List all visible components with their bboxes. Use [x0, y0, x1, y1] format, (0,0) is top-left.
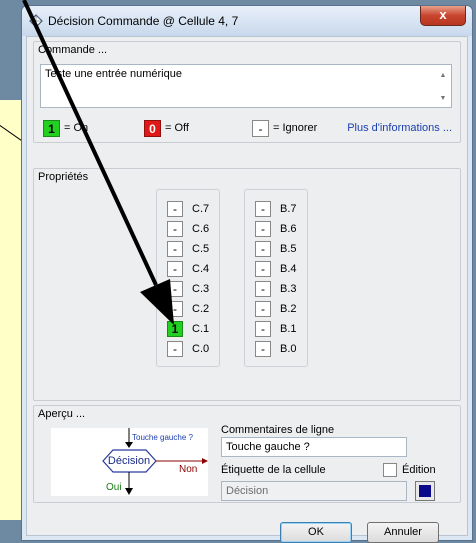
- window-title: Décision Commande @ Cellule 4, 7: [48, 14, 239, 28]
- port-c-panel: - C.7- C.6- C.5- C.4- C.3- C.2 1 C.1- C.0: [156, 189, 220, 367]
- c-bit-toggle[interactable]: 1: [167, 321, 183, 337]
- b-bit-row: - B.7: [255, 200, 297, 218]
- cell-label-caption: Étiquette de la cellule: [221, 464, 326, 476]
- ok-button[interactable]: OK: [280, 522, 352, 543]
- c-bit-row: - C.5: [167, 240, 209, 258]
- c-bit-label: C.0: [192, 343, 210, 355]
- c-bit-toggle[interactable]: -: [167, 301, 183, 317]
- cancel-button[interactable]: Annuler: [367, 522, 439, 543]
- edition-label: Édition: [402, 464, 436, 476]
- b-bit-row: - B.4: [255, 260, 297, 278]
- cell-color-button[interactable]: [415, 481, 435, 501]
- b-bit-label: B.6: [280, 223, 297, 235]
- b-bit-row: - B.0: [255, 340, 297, 358]
- ignore-label: = Ignorer: [273, 122, 318, 134]
- b-bit-label: B.5: [280, 243, 297, 255]
- ignore-swatch: -: [252, 119, 269, 137]
- command-text: Teste une entrée numérique: [45, 68, 182, 80]
- c-bit-toggle[interactable]: -: [167, 281, 183, 297]
- scroll-down-icon[interactable]: ▼: [436, 95, 450, 102]
- commande-group: Commande ... Teste une entrée numérique …: [33, 41, 461, 143]
- b-bit-toggle[interactable]: -: [255, 281, 271, 297]
- c-bit-label: C.4: [192, 263, 210, 275]
- legend-on: 1 = On: [43, 119, 88, 137]
- b-bit-label: B.2: [280, 303, 297, 315]
- on-swatch: 1: [43, 119, 60, 137]
- b-bit-toggle[interactable]: -: [255, 241, 271, 257]
- b-bit-label: B.1: [280, 323, 297, 335]
- off-label: = Off: [165, 122, 189, 134]
- b-bit-row: - B.3: [255, 280, 297, 298]
- preview-shape-label: Décision: [108, 455, 150, 467]
- b-bit-row: - B.6: [255, 220, 297, 238]
- c-bit-row: - C.3: [167, 280, 209, 298]
- legend-ignore: - = Ignorer: [252, 119, 317, 137]
- c-bit-row: - C.6: [167, 220, 209, 238]
- b-bit-label: B.4: [280, 263, 297, 275]
- c-bit-row: 1 C.1: [167, 320, 209, 338]
- b-bit-toggle[interactable]: -: [255, 321, 271, 337]
- b-bit-row: - B.5: [255, 240, 297, 258]
- cell-label-input[interactable]: Décision: [221, 481, 407, 501]
- scroll-up-icon[interactable]: ▲: [436, 72, 450, 79]
- dialog-window: Décision Commande @ Cellule 4, 7 x Comma…: [21, 5, 473, 543]
- apercu-group: Aperçu ... Touche gauche ? Décision Non …: [33, 405, 461, 503]
- b-bit-row: - B.1: [255, 320, 297, 338]
- c-bit-row: - C.0: [167, 340, 209, 358]
- comments-value: Touche gauche ?: [226, 441, 310, 453]
- more-info-link[interactable]: Plus d'informations ...: [347, 122, 452, 134]
- c-bit-row: - C.4: [167, 260, 209, 278]
- b-bit-toggle[interactable]: -: [255, 221, 271, 237]
- on-label: = On: [64, 122, 89, 134]
- apercu-label: Aperçu ...: [38, 408, 86, 420]
- b-bit-row: - B.2: [255, 300, 297, 318]
- b-bit-toggle[interactable]: -: [255, 201, 271, 217]
- cell-color-swatch: [419, 485, 431, 497]
- c-bit-label: C.7: [192, 203, 210, 215]
- c-bit-label: C.1: [192, 323, 210, 335]
- c-bit-toggle[interactable]: -: [167, 201, 183, 217]
- b-bit-toggle[interactable]: -: [255, 301, 271, 317]
- b-bit-label: B.0: [280, 343, 297, 355]
- commande-label: Commande ...: [38, 44, 108, 56]
- c-bit-row: - C.2: [167, 300, 209, 318]
- preview-no-label: Non: [179, 464, 197, 475]
- b-bit-label: B.3: [280, 283, 297, 295]
- c-bit-row: - C.7: [167, 200, 209, 218]
- proprietes-label: Propriétés: [38, 171, 89, 183]
- c-bit-toggle[interactable]: -: [167, 261, 183, 277]
- c-bit-label: C.3: [192, 283, 210, 295]
- off-swatch: 0: [144, 119, 161, 137]
- title-bar[interactable]: Décision Commande @ Cellule 4, 7 x: [22, 6, 472, 36]
- legend-off: 0 = Off: [144, 119, 189, 137]
- c-bit-label: C.2: [192, 303, 210, 315]
- b-bit-toggle[interactable]: -: [255, 341, 271, 357]
- b-bit-label: B.7: [280, 203, 297, 215]
- comments-input[interactable]: Touche gauche ?: [221, 437, 407, 457]
- c-bit-label: C.6: [192, 223, 210, 235]
- preview-comment: Touche gauche ?: [132, 433, 193, 442]
- c-bit-toggle[interactable]: -: [167, 221, 183, 237]
- close-button[interactable]: x: [420, 6, 466, 26]
- cell-label-value: Décision: [226, 485, 269, 497]
- c-bit-toggle[interactable]: -: [167, 341, 183, 357]
- dialog-client: Commande ... Teste une entrée numérique …: [26, 36, 468, 543]
- comments-label: Commentaires de ligne: [221, 424, 335, 436]
- c-bit-toggle[interactable]: -: [167, 241, 183, 257]
- decision-diamond-icon: [29, 14, 43, 28]
- proprietes-group: Propriétés - C.7- C.6- C.5- C.4- C.3- C.2 1 C.1-…: [33, 168, 461, 401]
- command-scrollbar[interactable]: ▲ ▼: [436, 66, 450, 106]
- preview-yes-label: Oui: [106, 482, 122, 493]
- b-bit-toggle[interactable]: -: [255, 261, 271, 277]
- flowchart-preview: Touche gauche ? Décision Non Oui: [51, 428, 208, 496]
- c-bit-label: C.5: [192, 243, 210, 255]
- port-b-panel: - B.7- B.6- B.5- B.4- B.3- B.2- B.1- B.0: [244, 189, 308, 367]
- edition-checkbox[interactable]: [383, 463, 397, 477]
- command-textbox[interactable]: Teste une entrée numérique ▲ ▼: [40, 64, 452, 108]
